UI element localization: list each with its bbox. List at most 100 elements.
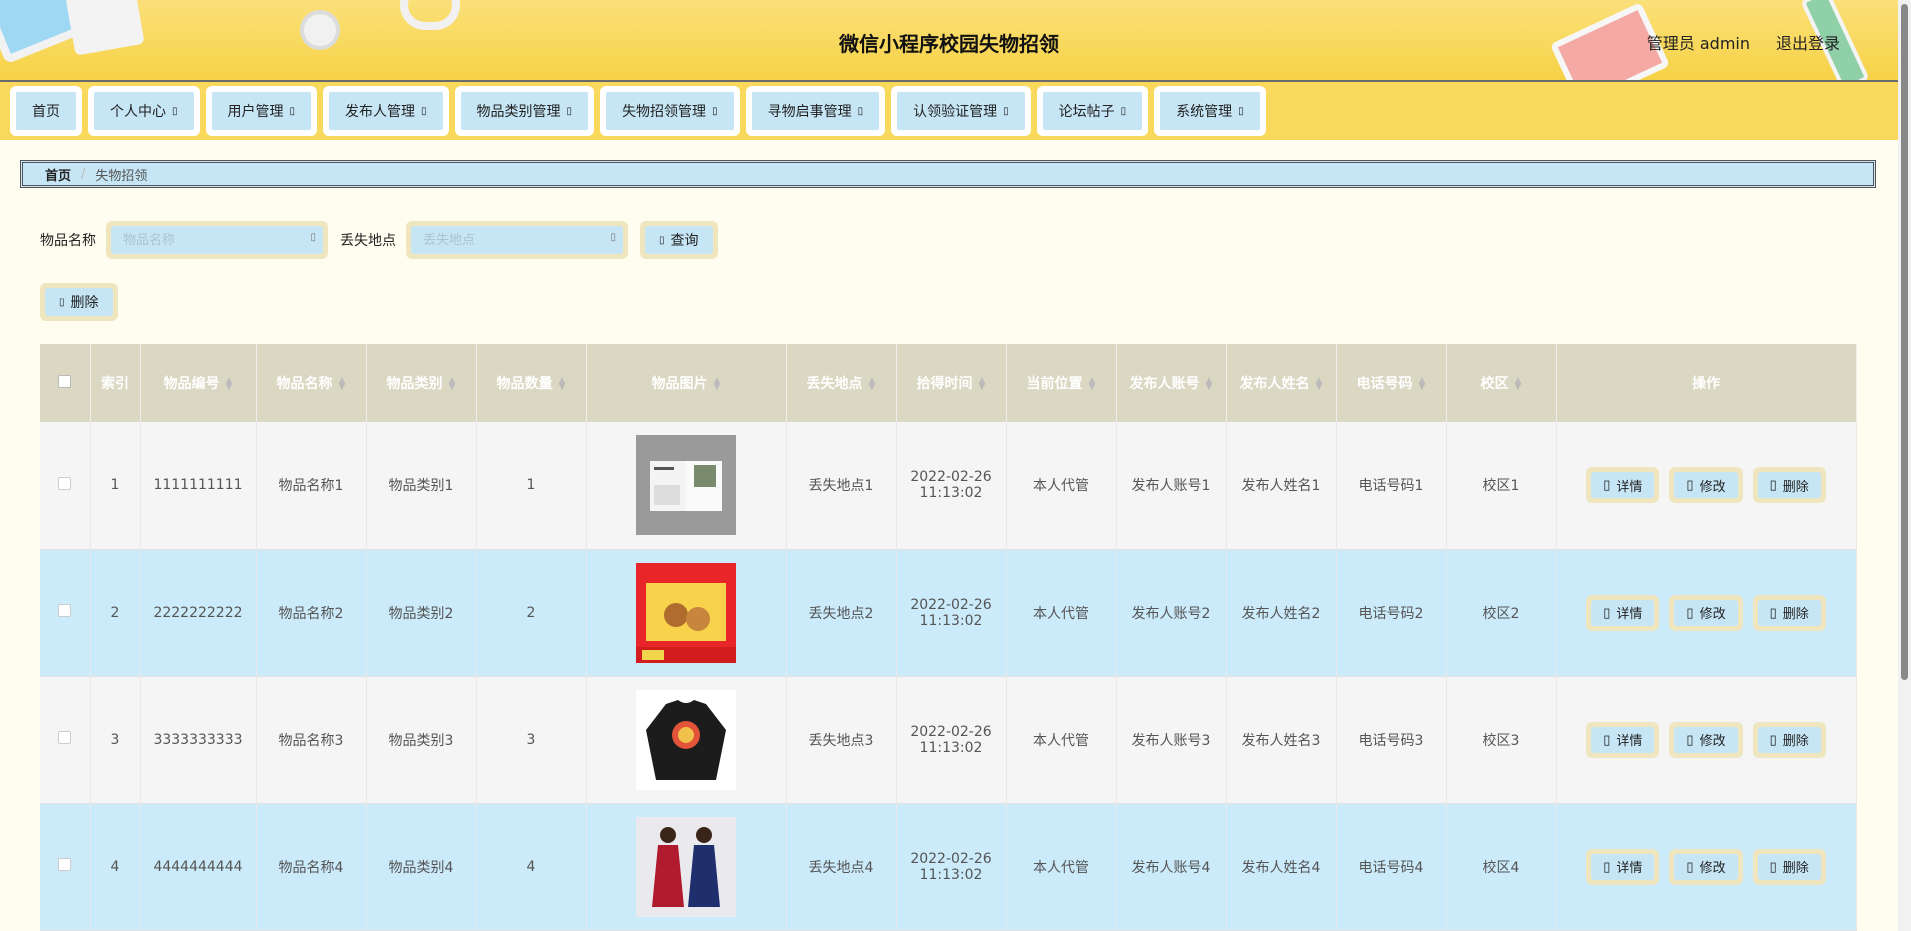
column-header[interactable]: 当前位置 ▲ ▼ (1006, 344, 1117, 422)
place-label: 丢失地点 (340, 233, 396, 249)
breadcrumb-home[interactable]: 首页 (45, 165, 71, 184)
select-all-checkbox[interactable] (58, 374, 72, 388)
column-header[interactable]: 校区 ▲ ▼ (1446, 344, 1557, 422)
dropdown-icon: ▯ (1003, 105, 1009, 117)
detail-button[interactable]: ▯ 详情 (1591, 472, 1655, 499)
delete-button[interactable]: ▯ 删除 (1757, 853, 1821, 880)
vertical-scrollbar[interactable] (1898, 0, 1911, 931)
op-wrap: ▯ 详情 (1586, 467, 1660, 504)
nav-item-5[interactable]: 失物招领管理 ▯ (600, 86, 740, 136)
nav-item-inner[interactable]: 论坛帖子 ▯ (1042, 92, 1143, 130)
delete-button[interactable]: ▯ 删除 (1757, 599, 1821, 626)
sort-icon[interactable]: ▲ ▼ (1089, 377, 1096, 392)
place-search-input[interactable] (411, 226, 623, 254)
sort-icon[interactable]: ▲ ▼ (869, 377, 876, 392)
delete-button[interactable]: ▯ 删除 (1757, 472, 1821, 499)
nav-item-8[interactable]: 论坛帖子 ▯ (1036, 86, 1149, 136)
detail-icon: ▯ (1603, 858, 1611, 874)
nav-item-3[interactable]: 发布人管理 ▯ (323, 86, 449, 136)
delete-icon: ▯ (1769, 858, 1777, 874)
cell-index: 4 (90, 803, 141, 931)
query-button[interactable]: ▯ 查询 (645, 226, 713, 254)
column-header[interactable]: 发布人账号 ▲ ▼ (1116, 344, 1227, 422)
row-checkbox[interactable] (58, 604, 72, 617)
cell-account: 发布人账号1 (1116, 422, 1227, 550)
detail-button[interactable]: ▯ 详情 (1591, 726, 1655, 753)
row-checkbox[interactable] (58, 858, 72, 871)
edit-button[interactable]: ▯ 修改 (1674, 472, 1738, 499)
column-header[interactable]: 物品数量 ▲ ▼ (476, 344, 587, 422)
nav-item-inner[interactable]: 寻物启事管理 ▯ (751, 92, 880, 130)
dropdown-icon: ▯ (172, 105, 178, 117)
cell-qty: 2 (476, 549, 587, 677)
row-select-cell (40, 549, 91, 677)
column-header[interactable]: 丢失地点 ▲ ▼ (786, 344, 897, 422)
sort-icon[interactable]: ▲ ▼ (559, 377, 566, 392)
column-header[interactable]: 物品编号 ▲ ▼ (140, 344, 257, 422)
cell-location: 本人代管 (1006, 549, 1117, 677)
item-image[interactable] (587, 435, 786, 536)
sort-icon[interactable]: ▲ ▼ (226, 377, 233, 392)
nav-item-6[interactable]: 寻物启事管理 ▯ (745, 86, 886, 136)
cell-datetime: 2022-02-26 11:13:02 (896, 549, 1007, 677)
nav-item-inner[interactable]: 认领验证管理 ▯ (897, 92, 1025, 130)
nav-item-inner[interactable]: 失物招领管理 ▯ (606, 92, 734, 130)
sort-icon[interactable]: ▲ ▼ (714, 377, 721, 392)
nav-item-inner[interactable]: 个人中心 ▯ (94, 92, 194, 130)
name-search-input[interactable] (111, 226, 323, 254)
op-wrap: ▯ 详情 (1586, 721, 1660, 758)
sort-icon[interactable]: ▲ ▼ (1206, 377, 1213, 392)
delete-button[interactable]: ▯ 删除 (1757, 726, 1821, 753)
nav-item-inner[interactable]: 用户管理 ▯ (211, 92, 312, 130)
column-header[interactable]: 物品名称 ▲ ▼ (256, 344, 367, 422)
nav-item-inner[interactable]: 系统管理 ▯ (1160, 92, 1260, 130)
column-header[interactable]: 索引 (90, 344, 141, 422)
cell-phone: 电话号码1 (1336, 422, 1447, 550)
sort-icon[interactable]: ▲ ▼ (1419, 377, 1426, 392)
column-header[interactable]: 电话号码 ▲ ▼ (1336, 344, 1447, 422)
column-header-label: 索引 (101, 376, 129, 392)
name-field-wrap: ▯ (106, 221, 328, 259)
nav-item-4[interactable]: 物品类别管理 ▯ (454, 86, 595, 136)
nav-item-label: 系统管理 (1176, 104, 1233, 120)
nav-item-1[interactable]: 个人中心 ▯ (88, 86, 200, 136)
op-label: 删除 (1782, 478, 1809, 494)
nav-item-7[interactable]: 认领验证管理 ▯ (891, 86, 1031, 136)
sort-icon[interactable]: ▲ ▼ (339, 377, 346, 392)
column-header-label: 校区 (1480, 376, 1509, 392)
nav-item-inner[interactable]: 发布人管理 ▯ (329, 92, 443, 130)
edit-button[interactable]: ▯ 修改 (1674, 599, 1738, 626)
logout-link[interactable]: 退出登录 (1776, 30, 1840, 54)
sort-icon[interactable]: ▲ ▼ (449, 377, 456, 392)
batch-delete-button[interactable]: ▯ 删除 (45, 288, 113, 316)
edit-button[interactable]: ▯ 修改 (1674, 726, 1738, 753)
item-image[interactable] (587, 689, 786, 790)
date-text: 2022-02-26 (910, 469, 992, 486)
column-header-label: 电话号码 (1356, 376, 1413, 392)
row-checkbox[interactable] (58, 731, 72, 744)
item-image[interactable] (587, 816, 786, 917)
cell-code: 3333333333 (140, 676, 257, 804)
detail-button[interactable]: ▯ 详情 (1591, 599, 1655, 626)
nav-item-inner[interactable]: 物品类别管理 ▯ (460, 92, 589, 130)
sort-icon[interactable]: ▲ ▼ (1515, 377, 1522, 392)
sort-icon[interactable]: ▲ ▼ (1316, 377, 1323, 392)
nav-item-inner[interactable]: 首页 (16, 92, 76, 130)
nav-item-label: 物品类别管理 (476, 104, 561, 120)
column-header[interactable]: 物品类别 ▲ ▼ (366, 344, 477, 422)
edit-button[interactable]: ▯ 修改 (1674, 853, 1738, 880)
nav-item-0[interactable]: 首页 (10, 86, 82, 136)
row-checkbox[interactable] (58, 476, 72, 490)
nav-item-2[interactable]: 用户管理 ▯ (205, 86, 318, 136)
table-row: 1 1111111111 物品名称1 物品类别1 1 丢失地点1 2022-02-26 11:… (40, 422, 1857, 550)
column-header[interactable]: 拾得时间 ▲ ▼ (896, 344, 1007, 422)
row-select-cell (40, 422, 91, 550)
table-row: 4 4444444444 物品名称4 物品类别4 4 丢失地点4 2022-02-26 11:… (40, 803, 1857, 931)
column-header[interactable]: 发布人姓名 ▲ ▼ (1226, 344, 1337, 422)
nav-item-9[interactable]: 系统管理 ▯ (1154, 86, 1266, 136)
detail-button[interactable]: ▯ 详情 (1591, 853, 1655, 880)
scrollbar-thumb[interactable] (1901, 4, 1908, 680)
column-header[interactable]: 物品图片 ▲ ▼ (586, 344, 787, 422)
item-image[interactable] (587, 562, 786, 663)
sort-icon[interactable]: ▲ ▼ (979, 377, 986, 392)
